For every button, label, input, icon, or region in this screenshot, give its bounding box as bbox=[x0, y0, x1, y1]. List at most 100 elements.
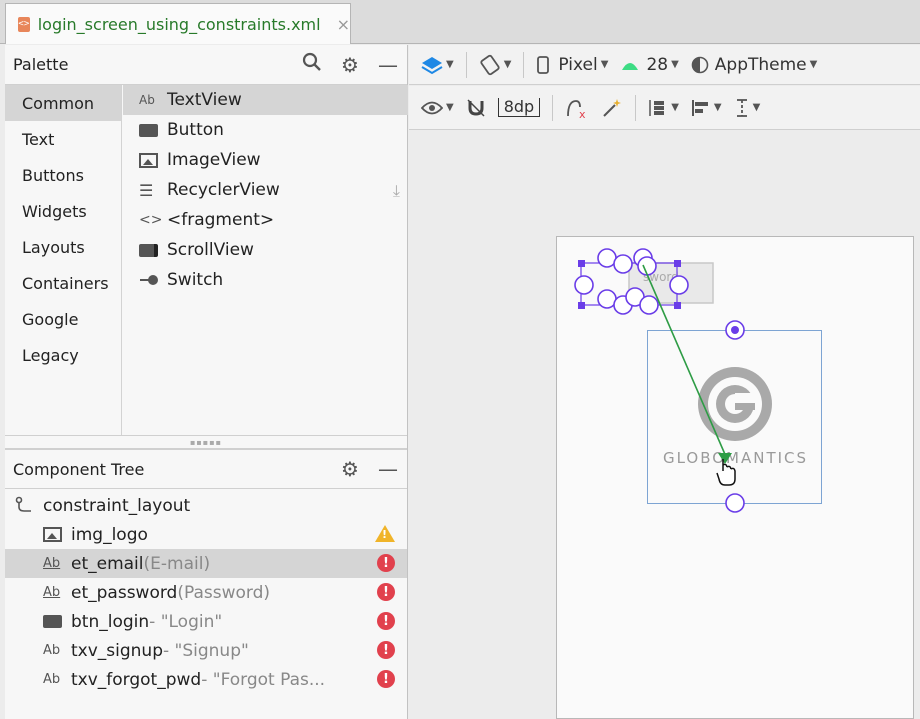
toolbar-separator bbox=[465, 51, 467, 78]
palette-item-fragment[interactable]: <> <fragment> bbox=[123, 205, 408, 235]
button-icon bbox=[43, 615, 65, 628]
category-buttons[interactable]: Buttons bbox=[5, 157, 121, 193]
tree-root[interactable]: constraint_layout bbox=[5, 491, 407, 520]
minimize-icon[interactable]: — bbox=[369, 53, 407, 77]
autoconnect-toggle[interactable] bbox=[460, 98, 492, 118]
palette-header: Palette ⚙ — bbox=[5, 45, 407, 85]
resize-handle bbox=[674, 260, 681, 267]
align-left-icon bbox=[691, 99, 708, 116]
minimize-icon[interactable]: — bbox=[369, 457, 407, 481]
pack-icon bbox=[649, 99, 665, 116]
palette-item-button[interactable]: Button bbox=[123, 115, 408, 145]
orientation-dropdown[interactable]: ▼ bbox=[473, 54, 518, 76]
tree-item-et-password[interactable]: Ab et_password (Password) ! bbox=[5, 578, 407, 607]
palette-title: Palette bbox=[13, 55, 69, 74]
editor-tab-bar: <> login_screen_using_constraints.xml × bbox=[0, 0, 920, 44]
download-icon[interactable]: ⤓ bbox=[393, 181, 400, 201]
component-tree-header: Component Tree ⚙ — bbox=[5, 449, 407, 489]
tree-item-et-email[interactable]: Ab et_email (E-mail) ! bbox=[5, 549, 407, 578]
error-icon[interactable]: ! bbox=[377, 583, 395, 601]
infer-constraints-button[interactable] bbox=[595, 97, 629, 119]
layers-dropdown[interactable]: ▼ bbox=[409, 55, 460, 75]
component-tree: constraint_layout img_logo ! Ab et_email… bbox=[5, 489, 407, 694]
gear-icon[interactable]: ⚙ bbox=[331, 53, 369, 77]
tree-item-hint: (E-mail) bbox=[143, 553, 211, 574]
design-toolbar: ▼ ▼ Pixel ▼ 28 ▼ AppTheme ▼ bbox=[409, 45, 920, 85]
category-text[interactable]: Text bbox=[5, 121, 121, 157]
category-layouts[interactable]: Layouts bbox=[5, 229, 121, 265]
error-icon[interactable]: ! bbox=[377, 554, 395, 572]
gear-icon[interactable]: ⚙ bbox=[331, 457, 369, 481]
align-dropdown[interactable]: ▼ bbox=[685, 98, 728, 118]
tree-item-txv-forgot-pwd[interactable]: Ab txv_forgot_pwd - "Forgot Pas... ! bbox=[5, 665, 407, 694]
category-common[interactable]: Common bbox=[5, 85, 121, 121]
palette-items: Ab TextView Button ImageView ☰ RecyclerV… bbox=[123, 85, 408, 435]
component-tree-title: Component Tree bbox=[13, 459, 145, 479]
xml-file-icon: <> bbox=[18, 16, 30, 32]
theme-icon bbox=[691, 56, 709, 73]
clear-constraints-button[interactable]: x bbox=[559, 97, 595, 119]
textview-icon: Ab bbox=[43, 585, 61, 600]
palette-item-label: Button bbox=[167, 120, 224, 140]
palette-item-label: <fragment> bbox=[167, 210, 275, 230]
tree-item-hint: (Password) bbox=[177, 582, 271, 603]
search-icon[interactable] bbox=[293, 52, 331, 77]
panel-splitter[interactable]: ▪▪▪▪▪ bbox=[5, 435, 407, 449]
magic-wand-icon bbox=[603, 98, 622, 117]
palette-item-scrollview[interactable]: ScrollView bbox=[123, 235, 408, 265]
eye-icon bbox=[421, 101, 443, 114]
warning-icon[interactable]: ! bbox=[375, 525, 395, 542]
palette-item-recyclerview[interactable]: ☰ RecyclerView ⤓ bbox=[123, 175, 408, 205]
constraint-toolbar: ▼ 8dp x ▼ ▼ ▼ bbox=[409, 86, 920, 130]
svg-text:x: x bbox=[579, 108, 586, 119]
category-google[interactable]: Google bbox=[5, 301, 121, 337]
fragment-icon: <> bbox=[139, 212, 163, 228]
error-icon[interactable]: ! bbox=[377, 670, 395, 688]
tree-item-btn-login[interactable]: btn_login - "Login" ! bbox=[5, 607, 407, 636]
tree-item-id: img_logo bbox=[71, 524, 148, 545]
category-widgets[interactable]: Widgets bbox=[5, 193, 121, 229]
palette-item-switch[interactable]: Switch bbox=[123, 265, 408, 295]
tree-item-img-logo[interactable]: img_logo ! bbox=[5, 520, 407, 549]
selection-overlay[interactable]: sword bbox=[557, 237, 917, 537]
textview-icon: Ab bbox=[43, 643, 61, 658]
resize-handle bbox=[578, 302, 585, 309]
error-icon[interactable]: ! bbox=[377, 612, 395, 630]
resize-handle bbox=[578, 260, 585, 267]
constraint-layout-icon bbox=[15, 496, 37, 516]
palette-item-label: ScrollView bbox=[167, 240, 254, 260]
api-dropdown[interactable]: 28 ▼ bbox=[614, 55, 684, 75]
design-canvas[interactable]: GLOBOMANTICS sword bbox=[409, 131, 920, 719]
editor-tab-label: login_screen_using_constraints.xml bbox=[37, 14, 321, 34]
layers-icon bbox=[421, 56, 443, 74]
pack-dropdown[interactable]: ▼ bbox=[642, 98, 685, 118]
palette-item-imageview[interactable]: ImageView bbox=[123, 145, 408, 175]
close-icon[interactable]: × bbox=[337, 15, 350, 34]
error-icon[interactable]: ! bbox=[377, 641, 395, 659]
bottom-anchor-handle bbox=[725, 493, 745, 513]
view-options-dropdown[interactable]: ▼ bbox=[409, 101, 460, 115]
theme-dropdown[interactable]: AppTheme ▼ bbox=[685, 55, 824, 75]
toolbar-separator bbox=[523, 51, 525, 78]
device-preview[interactable]: GLOBOMANTICS sword bbox=[556, 236, 914, 719]
palette-item-label: TextView bbox=[167, 90, 242, 110]
textview-icon: Ab bbox=[139, 93, 155, 107]
category-legacy[interactable]: Legacy bbox=[5, 337, 121, 373]
guidelines-dropdown[interactable]: ▼ bbox=[728, 98, 767, 118]
scrollview-icon bbox=[139, 243, 161, 257]
theme-label: AppTheme bbox=[714, 54, 807, 75]
switch-icon bbox=[139, 274, 161, 286]
palette-item-textview[interactable]: Ab TextView bbox=[123, 85, 408, 115]
device-dropdown[interactable]: Pixel ▼ bbox=[530, 55, 614, 75]
default-margin-dropdown[interactable]: 8dp bbox=[492, 98, 547, 117]
textview-icon: Ab bbox=[43, 672, 61, 687]
palette-item-label: Switch bbox=[167, 270, 224, 290]
toolbar-separator bbox=[552, 94, 554, 121]
tree-item-id: txv_signup bbox=[71, 640, 163, 661]
rotate-device-icon bbox=[480, 54, 500, 75]
tree-item-id: et_password bbox=[71, 582, 178, 603]
magnet-icon bbox=[467, 98, 485, 117]
tree-item-txv-signup[interactable]: Ab txv_signup - "Signup" ! bbox=[5, 636, 407, 665]
category-containers[interactable]: Containers bbox=[5, 265, 121, 301]
editor-tab[interactable]: <> login_screen_using_constraints.xml × bbox=[5, 3, 351, 44]
